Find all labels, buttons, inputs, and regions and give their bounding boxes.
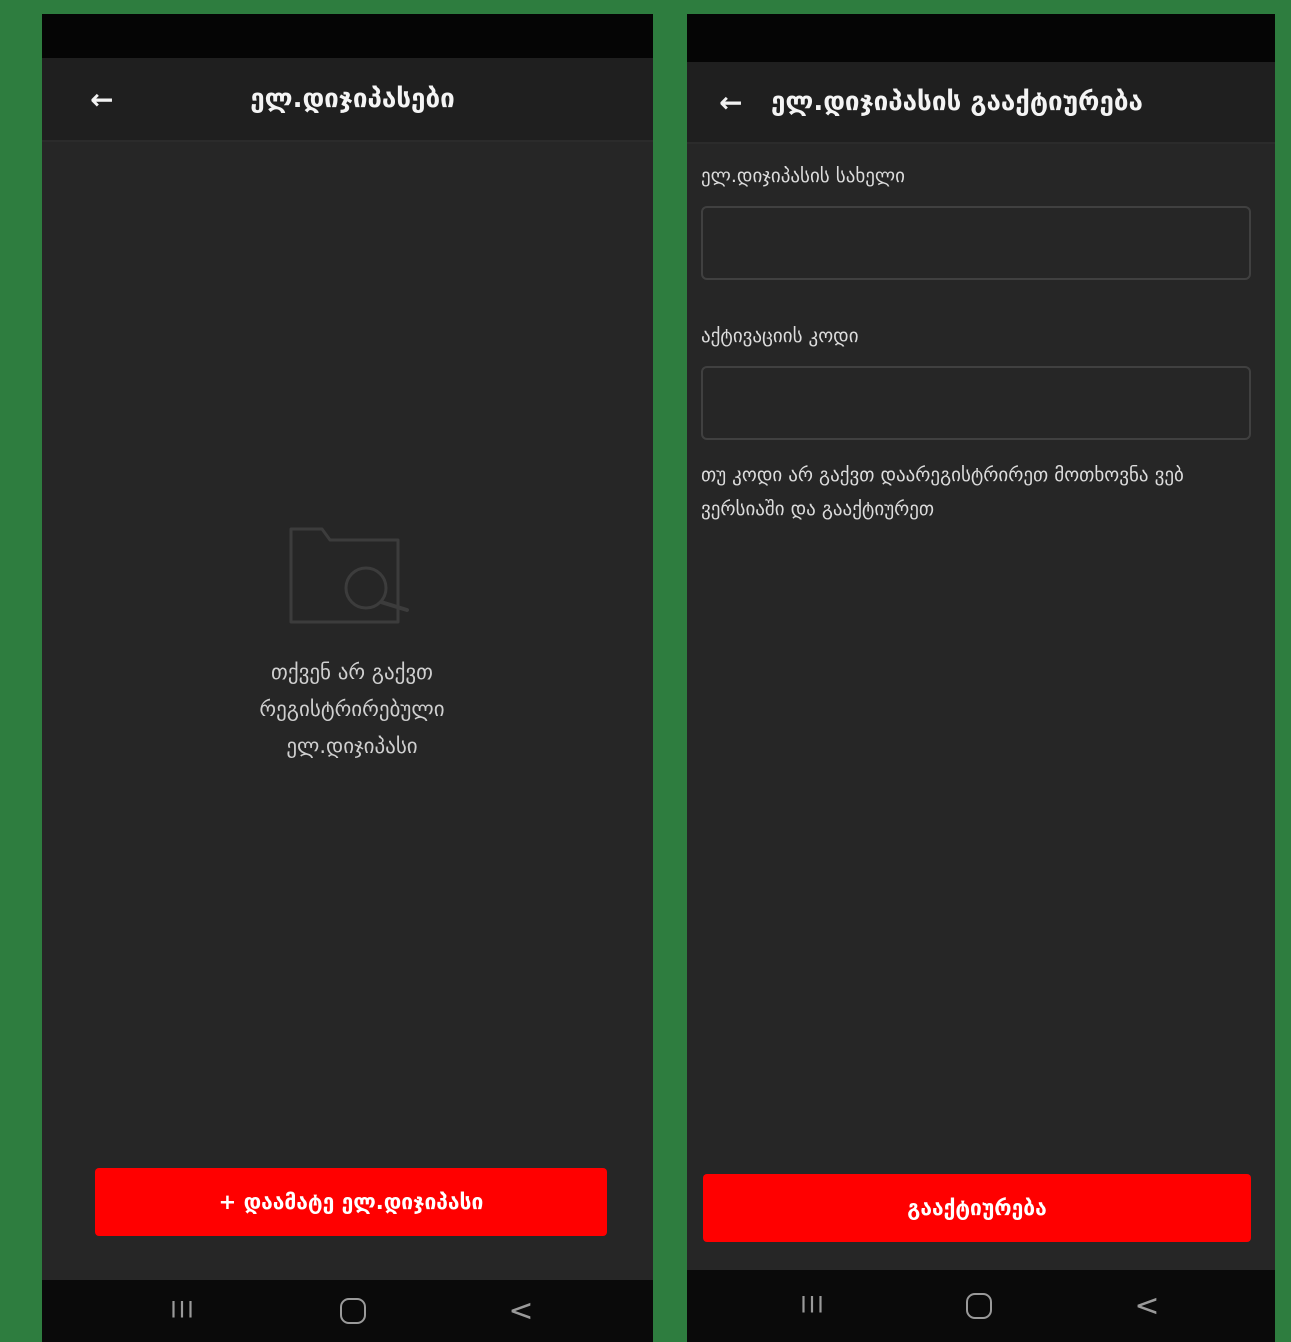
- home-icon[interactable]: [966, 1293, 992, 1319]
- system-back-icon[interactable]: <: [1134, 1289, 1159, 1324]
- page-title: ელ.დიჯიპასის გააქტიურება: [771, 87, 1143, 117]
- wallet-name-label: ელ.დიჯიპასის სახელი: [701, 165, 905, 187]
- activation-code-input[interactable]: [701, 366, 1251, 440]
- status-bar: [42, 14, 653, 58]
- home-icon[interactable]: [340, 1298, 366, 1324]
- add-wallet-button[interactable]: + დაამატე ელ.დიჯიპასი: [95, 1168, 607, 1236]
- status-bar: [687, 14, 1275, 62]
- page-title: ელ.დიჯიპასები: [250, 84, 455, 114]
- app-bar: ← ელ.დიჯიპასის გააქტიურება: [687, 62, 1275, 144]
- wallet-name-input[interactable]: [701, 206, 1251, 280]
- activate-button[interactable]: გააქტიურება: [703, 1174, 1251, 1242]
- app-bar: ← ელ.დიჯიპასები: [42, 58, 653, 142]
- activation-code-label: აქტივაციის კოდი: [701, 325, 859, 347]
- recent-apps-icon[interactable]: III: [170, 1299, 195, 1324]
- folder-search-icon: [289, 527, 409, 624]
- activation-hint-text: თუ კოდი არ გაქვთ დაარეგისტრირეთ მოთხოვნა…: [701, 464, 1184, 520]
- system-navigation-bar: III <: [687, 1270, 1275, 1342]
- wallets-list-screen: ← ელ.დიჯიპასები თქვენ არ გაქვთ რეგისტრირ…: [42, 14, 653, 1342]
- recent-apps-icon[interactable]: III: [800, 1294, 825, 1319]
- arrow-left-icon[interactable]: ←: [719, 89, 742, 117]
- activation-screen: ← ელ.დიჯიპასის გააქტიურება ელ.დიჯიპასის …: [687, 14, 1275, 1342]
- empty-state-message: თქვენ არ გაქვთ რეგისტრირებული ელ.დიჯიპას…: [259, 660, 445, 758]
- system-navigation-bar: III <: [42, 1280, 653, 1342]
- system-back-icon[interactable]: <: [508, 1294, 533, 1329]
